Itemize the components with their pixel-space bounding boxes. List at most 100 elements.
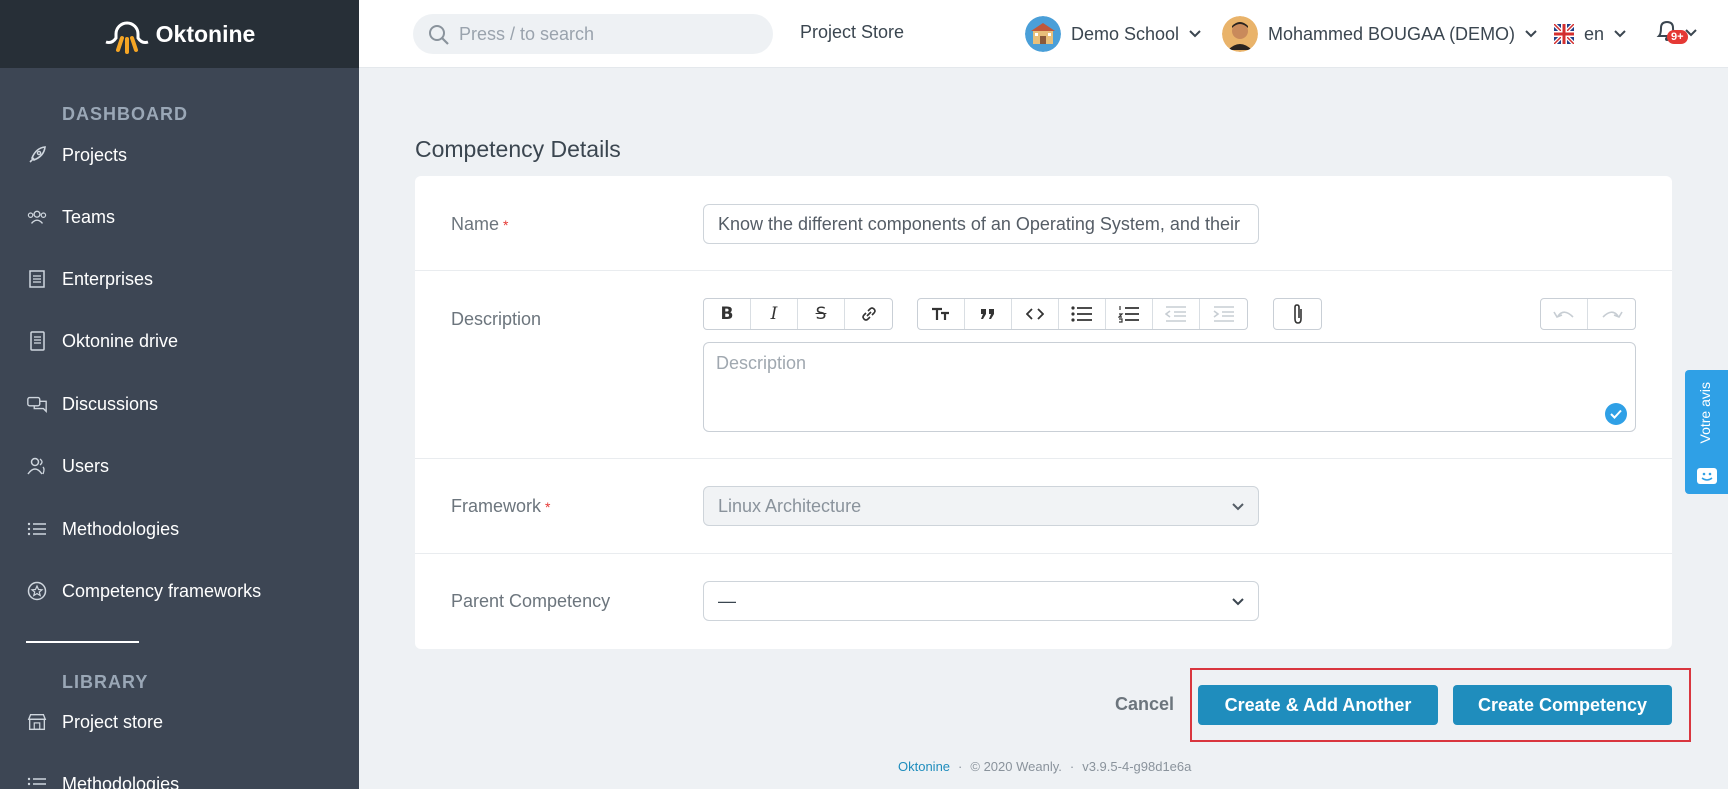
search-input[interactable]	[459, 20, 759, 48]
language-dropdown[interactable]: en	[1554, 14, 1626, 54]
sidebar-item-enterprises[interactable]: Enterprises	[0, 259, 359, 299]
user-dropdown[interactable]: Mohammed BOUGAA (DEMO)	[1222, 14, 1537, 54]
create-add-another-button[interactable]: Create & Add Another	[1198, 685, 1438, 725]
chevron-down-icon	[1685, 29, 1697, 37]
undo-icon	[1553, 311, 1574, 318]
sidebar-divider	[26, 641, 139, 643]
logo-bar: Oktonine	[0, 0, 359, 68]
code-button[interactable]	[1012, 299, 1059, 329]
attach-file-button[interactable]	[1274, 299, 1321, 329]
notifications-button[interactable]: 9+	[1655, 16, 1697, 52]
chevron-down-icon	[1525, 30, 1537, 38]
sidebar-item-label: Teams	[62, 206, 116, 227]
sidebar-item-label: Discussions	[62, 393, 159, 414]
description-editor[interactable]: Description	[703, 342, 1636, 432]
indent-button[interactable]	[1200, 299, 1247, 329]
redo-icon	[1601, 311, 1623, 318]
sidebar-item-drive[interactable]: Oktonine drive	[0, 321, 359, 361]
link-button[interactable]	[845, 299, 892, 329]
sidebar-item-users[interactable]: Users	[0, 446, 359, 486]
badge-icon	[26, 580, 48, 602]
bullet-list-icon	[1071, 306, 1092, 322]
sidebar-item-label: Competency frameworks	[62, 580, 262, 601]
cancel-button[interactable]: Cancel	[1115, 694, 1174, 715]
heading-button[interactable]	[918, 299, 965, 329]
row-separator	[415, 458, 1672, 459]
sidebar-item-library-methodologies[interactable]: Methodologies	[0, 764, 359, 789]
chevron-down-icon	[1232, 503, 1244, 511]
outdent-button[interactable]	[1153, 299, 1200, 329]
bullet-list-button[interactable]	[1059, 299, 1106, 329]
sidebar-item-label: Projects	[62, 144, 128, 165]
uk-flag-icon	[1554, 24, 1574, 44]
chevron-down-icon	[1232, 598, 1244, 606]
row-separator	[415, 270, 1672, 271]
sidebar-item-project-store[interactable]: Project store	[0, 702, 359, 742]
framework-label: Framework *	[451, 496, 550, 517]
sidebar-item-label: Methodologies	[62, 518, 180, 539]
project-store-link[interactable]: Project Store	[800, 22, 904, 43]
redo-button[interactable]	[1588, 299, 1635, 329]
user-avatar	[1222, 16, 1258, 52]
store-icon	[26, 711, 48, 733]
undo-button[interactable]	[1541, 299, 1588, 329]
name-label: Name *	[451, 214, 508, 235]
feedback-label: Votre avis	[1697, 382, 1713, 444]
page-title: Competency Details	[415, 136, 621, 162]
footer-version: v3.9.5-4-g98d1e6a	[1082, 759, 1192, 774]
row-separator	[415, 553, 1672, 554]
heading-icon	[932, 307, 949, 320]
language-code: en	[1584, 23, 1605, 44]
chat-icon	[26, 393, 48, 415]
footer-brand-link[interactable]: Oktonine	[898, 759, 950, 774]
numbered-list-button[interactable]	[1106, 299, 1153, 329]
parent-competency-value: —	[718, 590, 736, 611]
bold-button[interactable]: B	[704, 299, 751, 329]
attach-toolbar	[1273, 298, 1322, 330]
list-icon	[26, 518, 48, 540]
strikethrough-button[interactable]: S	[798, 299, 845, 329]
name-label-text: Name	[451, 214, 500, 234]
school-dropdown[interactable]: Demo School	[1025, 14, 1201, 54]
sidebar-item-competency-frameworks[interactable]: Competency frameworks	[0, 571, 359, 611]
footer-copyright: © 2020 Weanly.	[970, 759, 1062, 774]
users-icon	[26, 455, 48, 477]
parent-competency-select[interactable]: —	[703, 581, 1259, 621]
feedback-smiley-icon	[1697, 468, 1717, 484]
search-icon	[429, 25, 449, 45]
numbered-list-icon	[1118, 306, 1139, 323]
sidebar-item-label: Oktonine drive	[62, 330, 179, 351]
sidebar-item-label: Project store	[62, 711, 164, 732]
description-label: Description	[451, 309, 542, 329]
drive-icon	[26, 330, 48, 352]
search-box[interactable]	[413, 14, 773, 54]
school-name: Demo School	[1071, 23, 1180, 44]
framework-label-text: Framework	[451, 496, 542, 516]
sidebar-item-discussions[interactable]: Discussions	[0, 384, 359, 424]
user-name: Mohammed BOUGAA (DEMO)	[1268, 23, 1516, 44]
sidebar-item-projects[interactable]: Projects	[0, 135, 359, 175]
checkmark-icon	[1605, 403, 1627, 425]
competency-form-card: Name * Know the different components of a…	[415, 176, 1672, 649]
create-competency-button[interactable]: Create Competency	[1453, 685, 1672, 725]
paperclip-icon	[1293, 304, 1302, 324]
code-icon	[1026, 308, 1044, 320]
feedback-tab[interactable]: Votre avis	[1685, 370, 1728, 494]
topbar: Project Store Demo School Mohammed BOUGA…	[359, 0, 1728, 68]
name-input[interactable]: Know the different components of an Oper…	[703, 204, 1259, 244]
parent-competency-label: Parent Competency	[451, 591, 611, 611]
history-toolbar	[1540, 298, 1636, 330]
section-title-dashboard: DASHBOARD	[62, 104, 188, 124]
logo-text: Oktonine	[155, 20, 256, 47]
block-format-toolbar	[917, 298, 1248, 330]
sidebar: Oktonine DASHBOARD Projects Teams Enterp…	[0, 0, 359, 789]
outdent-icon	[1165, 306, 1186, 322]
framework-select[interactable]: Linux Architecture	[703, 486, 1259, 526]
sidebar-item-methodologies[interactable]: Methodologies	[0, 509, 359, 549]
team-icon	[26, 206, 48, 228]
quote-button[interactable]	[965, 299, 1012, 329]
italic-button[interactable]: I	[751, 299, 798, 329]
logo[interactable]: Oktonine	[104, 12, 256, 56]
footer-separator: ·	[1069, 759, 1075, 774]
sidebar-item-teams[interactable]: Teams	[0, 197, 359, 237]
